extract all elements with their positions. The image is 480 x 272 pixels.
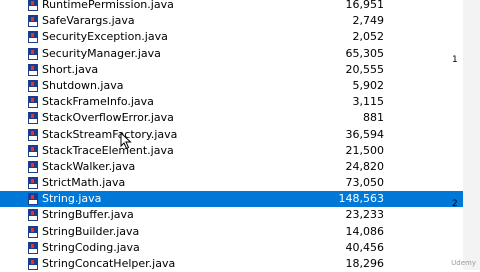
file-row[interactable]: StringBuilder.java 14,086 (0, 224, 480, 240)
file-size: 65,305 (345, 46, 385, 60)
java-file-icon (28, 112, 38, 125)
file-size: 21,500 (345, 143, 385, 157)
file-name: StackWalker.java (42, 159, 136, 173)
file-size: 24,820 (345, 159, 385, 173)
file-name: RuntimePermission.java (42, 0, 174, 11)
file-size: 40,456 (345, 240, 385, 254)
file-name: SafeVarargs.java (42, 14, 135, 28)
file-row[interactable]: StackFrameInfo.java 3,115 (0, 94, 480, 110)
java-file-icon (28, 241, 38, 254)
file-row[interactable]: StackTraceElement.java 21,500 (0, 143, 480, 159)
right-edge-strip: Udemy (451, 0, 480, 270)
file-row[interactable]: StackOverflowError.java 881 (0, 110, 480, 126)
file-size: 881 (363, 111, 384, 125)
file-name: StrictMath.java (42, 176, 126, 190)
file-name: StackOverflowError.java (42, 111, 174, 125)
file-name: StackTraceElement.java (42, 143, 174, 157)
file-row[interactable]: SafeVarargs.java 2,749 (0, 13, 480, 29)
java-file-icon (28, 96, 38, 109)
java-file-icon (28, 0, 38, 11)
file-list: RuntimePermission.java 16,951 SafeVarargs.… (0, 0, 480, 272)
file-size: 3,115 (352, 95, 385, 109)
java-file-icon (28, 128, 38, 141)
file-name: StringBuffer.java (42, 208, 134, 222)
file-name: StringCoding.java (42, 240, 140, 254)
java-file-icon (28, 15, 38, 28)
file-size: 23,233 (345, 208, 385, 222)
cutoff-mark: 2 (452, 199, 458, 209)
next-column-cutoff: 1 2 (449, 0, 461, 270)
file-size: 73,050 (345, 176, 385, 190)
file-row[interactable]: StringCoding.java 40,456 (0, 240, 480, 256)
file-size: 16,951 (345, 0, 385, 11)
java-file-icon (28, 63, 38, 76)
file-name: StringBuilder.java (42, 224, 140, 238)
file-name: Shutdown.java (42, 78, 124, 92)
java-file-icon (28, 209, 38, 222)
file-name: String.java (42, 192, 102, 206)
file-name: SecurityException.java (42, 30, 168, 44)
watermark: Udemy (451, 259, 476, 267)
file-row[interactable]: Short.java 20,555 (0, 62, 480, 78)
java-file-icon (28, 177, 38, 190)
java-file-icon (28, 258, 38, 270)
file-name: Short.java (42, 62, 99, 76)
file-row[interactable]: SecurityException.java 2,052 (0, 29, 480, 45)
java-file-icon (28, 193, 38, 206)
file-size: 5,902 (352, 78, 385, 92)
file-row[interactable]: Shutdown.java 5,902 (0, 78, 480, 94)
file-row[interactable]: StackStreamFactory.java 36,594 (0, 127, 480, 143)
java-file-icon (28, 160, 38, 173)
java-file-icon (28, 79, 38, 92)
java-file-icon (28, 31, 38, 44)
file-row[interactable]: RuntimePermission.java 16,951 (0, 0, 480, 13)
file-size: 2,749 (352, 14, 385, 28)
java-file-icon (28, 225, 38, 238)
file-row[interactable]: String.java 148,563 (0, 191, 480, 208)
cutoff-mark: 1 (452, 55, 458, 65)
file-size: 2,052 (352, 30, 385, 44)
file-size: 148,563 (338, 192, 385, 206)
file-size: 20,555 (345, 62, 385, 76)
file-size: 14,086 (345, 224, 385, 238)
file-row[interactable]: StrictMath.java 73,050 (0, 175, 480, 191)
file-row[interactable]: StringBuffer.java 23,233 (0, 207, 480, 223)
file-name: StackFrameInfo.java (42, 95, 154, 109)
java-file-icon (28, 47, 38, 60)
file-name: StackStreamFactory.java (42, 127, 178, 141)
file-size: 36,594 (345, 127, 385, 141)
file-name: SecurityManager.java (42, 46, 161, 60)
file-row[interactable]: StackWalker.java 24,820 (0, 159, 480, 175)
file-row[interactable]: SecurityManager.java 65,305 (0, 46, 480, 62)
java-file-icon (28, 144, 38, 157)
